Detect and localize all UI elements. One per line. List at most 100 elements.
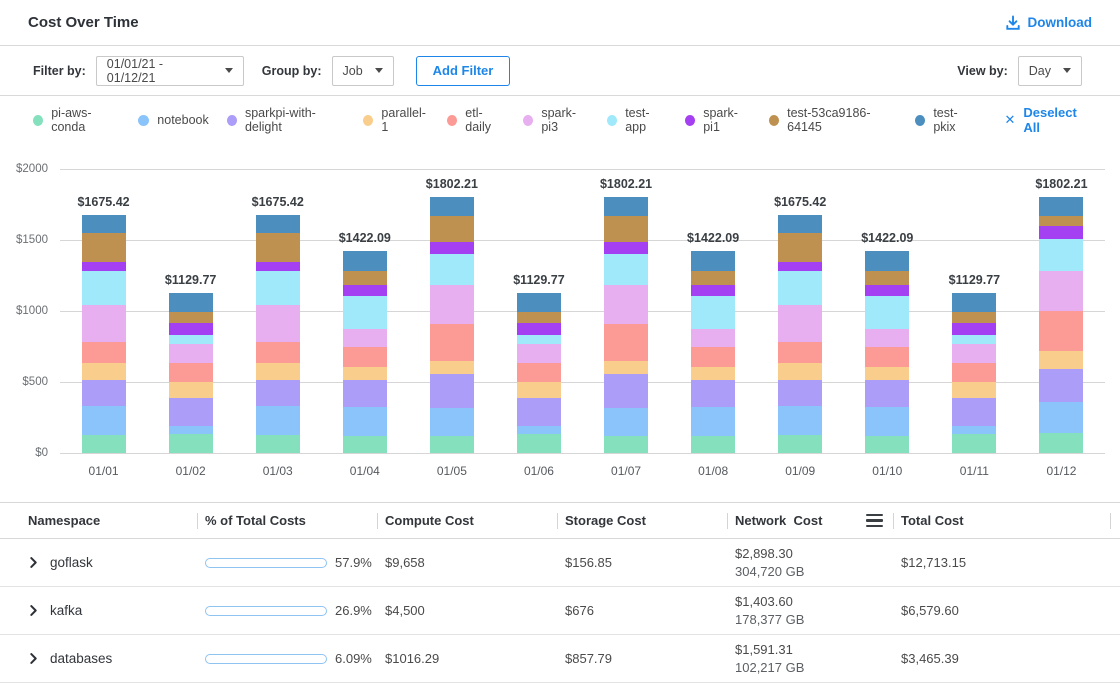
legend-item[interactable]: parallel-1: [363, 106, 429, 134]
network-cost-cell: $1,591.31102,217 GB: [727, 641, 893, 677]
chart-bar-segment: [1039, 402, 1083, 433]
chart-bar-segment: [865, 271, 909, 285]
percent-cell: 57.9%: [197, 555, 377, 570]
column-header-compute-cost[interactable]: Compute Cost: [377, 503, 557, 538]
group-by-select[interactable]: Job: [332, 56, 394, 86]
chart-bar[interactable]: [1039, 197, 1083, 453]
chart-bar-segment: [952, 382, 996, 397]
add-filter-button[interactable]: Add Filter: [416, 56, 511, 86]
chart-bar-segment: [952, 312, 996, 323]
legend-item[interactable]: test-pkix: [915, 106, 976, 134]
chart-bar-segment: [517, 426, 561, 434]
chart-bar-segment: [82, 271, 126, 305]
legend-item[interactable]: notebook: [138, 113, 208, 127]
chart-bar-segment: [952, 293, 996, 312]
x-axis-label: 01/12: [1046, 464, 1076, 478]
chart-bar-segment: [1039, 271, 1083, 311]
chart-bar[interactable]: [604, 197, 648, 453]
date-range-select[interactable]: 01/01/21 - 01/12/21: [96, 56, 244, 86]
column-header-percent-of-total-costs[interactable]: % of Total Costs: [197, 503, 377, 538]
column-settings-icon[interactable]: [866, 514, 883, 528]
legend-label: test-53ca9186-64145: [787, 106, 897, 134]
legend-item[interactable]: spark-pi1: [685, 106, 751, 134]
chart-bar-segment: [517, 293, 561, 312]
chart-bar-segment: [430, 285, 474, 324]
column-header-total-cost[interactable]: Total Cost: [893, 503, 1105, 538]
chart-bar-segment: [778, 363, 822, 380]
chart-bar-segment: [691, 329, 735, 347]
filter-by-label: Filter by:: [33, 64, 86, 78]
storage-cost-cell: $857.79: [557, 651, 727, 666]
chevron-down-icon: [375, 68, 383, 73]
percent-cell: 6.09%: [197, 651, 377, 666]
chart-bar[interactable]: [517, 293, 561, 453]
namespace-cost-table: Namespace % of Total Costs Compute Cost …: [0, 502, 1120, 683]
legend-item[interactable]: test-53ca9186-64145: [769, 106, 897, 134]
namespace-cell: databases: [28, 651, 197, 666]
percent-progress-bar: [205, 606, 327, 616]
expand-chevron-icon[interactable]: [28, 653, 39, 664]
chart-bar[interactable]: [691, 251, 735, 453]
legend-color-dot: [227, 115, 237, 126]
download-button[interactable]: Download: [1005, 15, 1093, 31]
chart-bar-segment: [604, 374, 648, 408]
chart-bar[interactable]: [865, 251, 909, 453]
expand-chevron-icon[interactable]: [28, 557, 39, 568]
legend-item[interactable]: sparkpi-with-delight: [227, 106, 345, 134]
namespace-name: kafka: [50, 603, 82, 618]
chart-bar-segment: [865, 380, 909, 407]
x-axis-label: 01/03: [263, 464, 293, 478]
download-label: Download: [1028, 15, 1093, 30]
network-cost-value: $1,591.31: [735, 641, 893, 659]
chart-bar-segment: [169, 363, 213, 383]
chart-bar-segment: [691, 436, 735, 453]
column-header-network-cost[interactable]: Network Cost: [727, 503, 893, 538]
chart-bar-segment: [256, 215, 300, 232]
cost-over-time-chart: $0$500$1000$1500$2000$1675.4201/01$1129.…: [0, 154, 1120, 494]
column-header-namespace[interactable]: Namespace: [28, 503, 197, 538]
deselect-all-button[interactable]: ✕ Deselect All: [1004, 105, 1092, 135]
chart-bar-segment: [430, 436, 474, 453]
legend-label: pi-aws-conda: [51, 106, 120, 134]
chart-bar-segment: [778, 271, 822, 305]
chart-bar-segment: [1039, 351, 1083, 369]
view-by-select[interactable]: Day: [1018, 56, 1082, 86]
chart-bar-segment: [1039, 216, 1083, 226]
legend-color-dot: [915, 115, 925, 126]
expand-chevron-icon[interactable]: [28, 605, 39, 616]
legend-color-dot: [447, 115, 457, 126]
chart-bar[interactable]: [343, 251, 387, 453]
chart-bar-segment: [1039, 311, 1083, 350]
legend-item[interactable]: pi-aws-conda: [33, 106, 120, 134]
chart-bar-segment: [82, 342, 126, 363]
chart-bar[interactable]: [82, 215, 126, 453]
bar-total-label: $1675.42: [252, 195, 304, 209]
close-icon: ✕: [1004, 112, 1015, 128]
table-row: databases6.09%$1016.29$857.79$1,591.3110…: [0, 635, 1120, 683]
chart-bar-segment: [82, 380, 126, 407]
chart-bar[interactable]: [952, 293, 996, 453]
legend-item[interactable]: etl-daily: [447, 106, 505, 134]
namespace-name: databases: [50, 651, 112, 666]
chart-bar-segment: [691, 271, 735, 285]
chart-bar-segment: [343, 407, 387, 436]
chart-bar-segment: [82, 363, 126, 380]
x-axis-label: 01/10: [872, 464, 902, 478]
chart-bar[interactable]: [256, 215, 300, 453]
chart-bar-segment: [952, 344, 996, 363]
chart-bar-segment: [169, 382, 213, 397]
legend-item[interactable]: spark-pi3: [523, 106, 589, 134]
chart-bar-segment: [604, 197, 648, 216]
download-icon: [1005, 15, 1021, 31]
x-axis-label: 01/05: [437, 464, 467, 478]
network-cost-cell: $1,403.60178,377 GB: [727, 593, 893, 629]
column-header-storage-cost[interactable]: Storage Cost: [557, 503, 727, 538]
chart-bar[interactable]: [169, 293, 213, 453]
chart-bar[interactable]: [778, 215, 822, 453]
chart-bar-segment: [865, 251, 909, 270]
chart-bar-segment: [82, 406, 126, 435]
chart-bar[interactable]: [430, 197, 474, 453]
legend-item[interactable]: test-app: [607, 106, 667, 134]
chart-bar-segment: [169, 344, 213, 363]
chart-bar-segment: [865, 367, 909, 380]
